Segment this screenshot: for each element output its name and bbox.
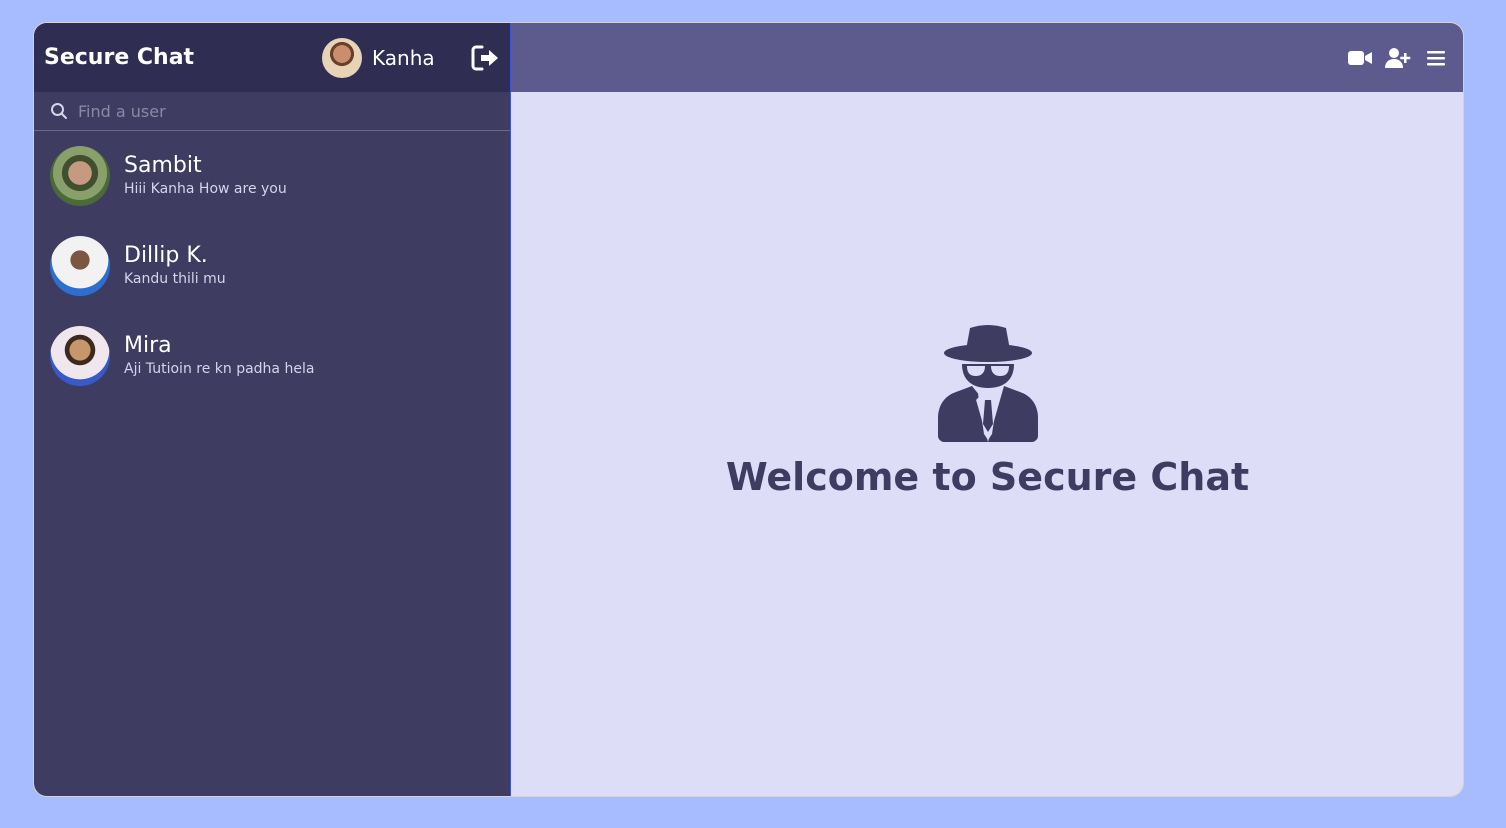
current-user-avatar [322,38,362,78]
menu-button[interactable] [1423,45,1449,71]
avatar [50,326,110,386]
welcome-area: Welcome to Secure Chat [511,92,1463,796]
chat-item-text: Sambit Hiii Kanha How are you [124,153,287,199]
chat-list: Sambit Hiii Kanha How are you Dillip K. … [34,131,510,416]
search-icon [51,103,67,119]
sidebar: Secure Chat Kanha S [34,23,511,796]
main-panel: Welcome to Secure Chat [511,23,1463,796]
current-user-name: Kanha [372,46,435,70]
chat-name: Mira [124,333,172,358]
chat-last-message: Kandu thili mu [124,271,226,287]
video-call-button[interactable] [1347,45,1373,71]
sidebar-header: Secure Chat Kanha [34,23,510,92]
add-user-button[interactable] [1385,45,1411,71]
chat-item-mira[interactable]: Mira Aji Tutioin re kn padha hela [34,326,510,386]
chat-last-message: Hiii Kanha How are you [124,181,287,197]
user-secret-icon [938,325,1038,442]
chat-item-sambit[interactable]: Sambit Hiii Kanha How are you [34,146,510,206]
current-user: Kanha [322,38,435,78]
chat-item-text: Dillip K. Kandu thili mu [124,243,226,289]
app-title: Secure Chat [44,45,195,70]
chat-item-dillip[interactable]: Dillip K. Kandu thili mu [34,236,510,296]
logout-button[interactable] [470,43,500,73]
chat-name: Sambit [124,153,202,178]
welcome-message: Welcome to Secure Chat [725,455,1250,499]
main-header [511,23,1463,92]
search-input[interactable] [76,100,480,122]
add-user-icon [1385,47,1411,68]
chat-item-text: Mira Aji Tutioin re kn padha hela [124,333,314,379]
logout-icon [471,45,498,71]
avatar [50,146,110,206]
chat-name: Dillip K. [124,243,208,268]
chat-last-message: Aji Tutioin re kn padha hela [124,361,315,377]
menu-icon [1427,50,1445,65]
chat-app-window: Secure Chat Kanha S [33,22,1464,797]
video-camera-icon [1348,50,1372,65]
search-bar [34,92,510,131]
avatar [50,236,110,296]
